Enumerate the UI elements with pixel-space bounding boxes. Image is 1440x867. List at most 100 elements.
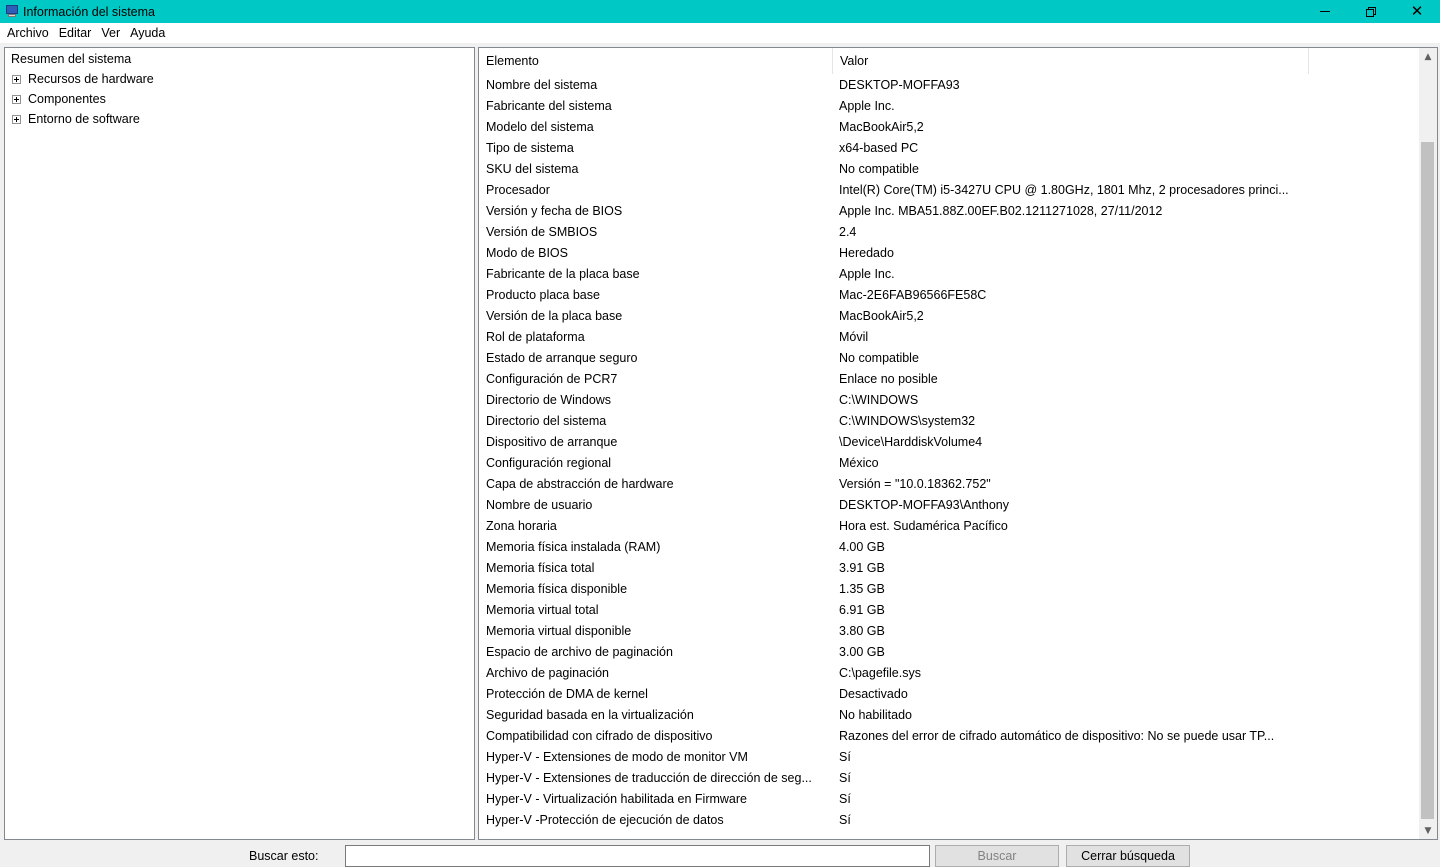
minimize-button[interactable] bbox=[1302, 0, 1348, 23]
system-info-icon bbox=[5, 5, 19, 18]
cell-element: Seguridad basada en la virtualización bbox=[486, 707, 694, 722]
table-row[interactable]: Memoria física disponible 1.35 GB bbox=[479, 578, 1419, 599]
scroll-thumb[interactable] bbox=[1421, 142, 1434, 819]
details-list[interactable]: Elemento Valor Nombre del sistema DESKTOP… bbox=[478, 47, 1438, 840]
minimize-icon bbox=[1320, 11, 1330, 12]
cell-element: Versión de la placa base bbox=[486, 308, 623, 323]
cell-element: Tipo de sistema bbox=[486, 140, 574, 155]
tree-item-software-environment[interactable]: Entorno de software bbox=[12, 112, 140, 126]
table-row[interactable]: Tipo de sistema x64-based PC bbox=[479, 137, 1419, 158]
table-row[interactable]: Rol de plataforma Móvil bbox=[479, 326, 1419, 347]
table-row[interactable]: Archivo de paginación C:\pagefile.sys bbox=[479, 662, 1419, 683]
table-row[interactable]: Producto placa base Mac-2E6FAB96566FE58C bbox=[479, 284, 1419, 305]
cell-element: Directorio de Windows bbox=[486, 392, 612, 407]
table-row[interactable]: Protección de DMA de kernel Desactivado bbox=[479, 683, 1419, 704]
close-find-button[interactable]: Cerrar búsqueda bbox=[1066, 845, 1190, 867]
cell-element: Hyper-V - Extensiones de modo de monitor… bbox=[486, 749, 748, 764]
table-row[interactable]: Seguridad basada en la virtualización No … bbox=[479, 704, 1419, 725]
cell-value: México bbox=[839, 455, 879, 470]
cell-element: Hyper-V - Extensiones de traducción de d… bbox=[486, 770, 812, 785]
table-row[interactable]: Memoria física instalada (RAM) 4.00 GB bbox=[479, 536, 1419, 557]
table-row[interactable]: Espacio de archivo de paginación 3.00 GB bbox=[479, 641, 1419, 662]
cell-element: Nombre de usuario bbox=[486, 497, 593, 512]
table-row[interactable]: Capa de abstracción de hardware Versión =… bbox=[479, 473, 1419, 494]
table-row[interactable]: Configuración de PCR7 Enlace no posible bbox=[479, 368, 1419, 389]
tree-item-system-summary[interactable]: Resumen del sistema bbox=[9, 51, 133, 67]
expand-icon[interactable] bbox=[12, 74, 21, 84]
cell-value: Versión = "10.0.18362.752" bbox=[839, 476, 991, 491]
table-row[interactable]: Hyper-V -Protección de ejecución de dato… bbox=[479, 809, 1419, 830]
cell-element: Versión de SMBIOS bbox=[486, 224, 598, 239]
title-bar[interactable]: Información del sistema ✕ bbox=[0, 0, 1440, 23]
scroll-down-icon[interactable]: ▼ bbox=[1419, 822, 1437, 839]
column-header-value[interactable]: Valor bbox=[833, 48, 1309, 74]
cell-value: Sí bbox=[839, 791, 851, 806]
cell-value: Sí bbox=[839, 770, 851, 785]
cell-value: MacBookAir5,2 bbox=[839, 119, 924, 134]
table-row[interactable]: Hyper-V - Extensiones de traducción de d… bbox=[479, 767, 1419, 788]
list-rows: Nombre del sistema DESKTOP-MOFFA93 Fabrica… bbox=[479, 74, 1419, 830]
cell-element: Protección de DMA de kernel bbox=[486, 686, 648, 701]
table-row[interactable]: SKU del sistema No compatible bbox=[479, 158, 1419, 179]
table-row[interactable]: Hyper-V - Virtualización habilitada en F… bbox=[479, 788, 1419, 809]
table-row[interactable]: Estado de arranque seguro No compatible bbox=[479, 347, 1419, 368]
cell-value: C:\WINDOWS\system32 bbox=[839, 413, 976, 428]
find-button[interactable]: Buscar bbox=[935, 845, 1059, 867]
cell-value: Sí bbox=[839, 749, 851, 764]
table-row[interactable]: Nombre de usuario DESKTOP-MOFFA93\Anthony bbox=[479, 494, 1419, 515]
table-row[interactable]: Zona horaria Hora est. Sudamérica Pacífic… bbox=[479, 515, 1419, 536]
table-row[interactable]: Versión de la placa base MacBookAir5,2 bbox=[479, 305, 1419, 326]
cell-value: 1.35 GB bbox=[839, 581, 885, 596]
table-row[interactable]: Memoria física total 3.91 GB bbox=[479, 557, 1419, 578]
cell-value: C:\pagefile.sys bbox=[839, 665, 921, 680]
table-row[interactable]: Modelo del sistema MacBookAir5,2 bbox=[479, 116, 1419, 137]
restore-icon bbox=[1366, 6, 1376, 17]
search-bar: Buscar esto: Buscar Cerrar búsqueda bbox=[0, 840, 1440, 867]
table-row[interactable]: Hyper-V - Extensiones de modo de monitor… bbox=[479, 746, 1419, 767]
menu-archivo[interactable]: Archivo bbox=[2, 26, 54, 40]
table-row[interactable]: Versión y fecha de BIOS Apple Inc. MBA51.… bbox=[479, 200, 1419, 221]
cell-value: Apple Inc. bbox=[839, 266, 895, 281]
menu-ayuda[interactable]: Ayuda bbox=[125, 26, 170, 40]
table-row[interactable]: Directorio de Windows C:\WINDOWS bbox=[479, 389, 1419, 410]
close-button[interactable]: ✕ bbox=[1394, 0, 1440, 23]
cell-element: Memoria virtual total bbox=[486, 602, 599, 617]
table-row[interactable]: Procesador Intel(R) Core(TM) i5-3427U CPU… bbox=[479, 179, 1419, 200]
table-row[interactable]: Memoria virtual disponible 3.80 GB bbox=[479, 620, 1419, 641]
scroll-up-icon[interactable]: ▲ bbox=[1419, 48, 1437, 65]
column-header-element[interactable]: Elemento bbox=[479, 48, 833, 74]
table-row[interactable]: Configuración regional México bbox=[479, 452, 1419, 473]
search-label: Buscar esto: bbox=[249, 849, 319, 863]
cell-element: Dispositivo de arranque bbox=[486, 434, 618, 449]
table-row[interactable]: Modo de BIOS Heredado bbox=[479, 242, 1419, 263]
category-tree[interactable]: Resumen del sistema Recursos de hardware… bbox=[4, 47, 475, 840]
vertical-scrollbar[interactable]: ▲ ▼ bbox=[1419, 48, 1437, 839]
table-row[interactable]: Directorio del sistema C:\WINDOWS\system3… bbox=[479, 410, 1419, 431]
expand-icon[interactable] bbox=[12, 94, 21, 104]
tree-item-hardware-resources[interactable]: Recursos de hardware bbox=[12, 72, 154, 86]
cell-element: Hyper-V -Protección de ejecución de dato… bbox=[486, 812, 724, 827]
cell-value: 3.00 GB bbox=[839, 644, 885, 659]
restore-button[interactable] bbox=[1348, 0, 1394, 23]
tree-item-label: Componentes bbox=[28, 92, 106, 106]
table-row[interactable]: Dispositivo de arranque \Device\HarddiskV… bbox=[479, 431, 1419, 452]
cell-value: No compatible bbox=[839, 350, 919, 365]
cell-element: Memoria física disponible bbox=[486, 581, 628, 596]
table-row[interactable]: Memoria virtual total 6.91 GB bbox=[479, 599, 1419, 620]
menu-ver[interactable]: Ver bbox=[96, 26, 125, 40]
search-input[interactable] bbox=[345, 845, 930, 867]
menu-editar[interactable]: Editar bbox=[54, 26, 97, 40]
cell-value: Sí bbox=[839, 812, 851, 827]
tree-item-components[interactable]: Componentes bbox=[12, 92, 106, 106]
table-row[interactable]: Versión de SMBIOS 2.4 bbox=[479, 221, 1419, 242]
table-row[interactable]: Fabricante del sistema Apple Inc. bbox=[479, 95, 1419, 116]
expand-icon[interactable] bbox=[12, 114, 21, 124]
cell-value: 3.91 GB bbox=[839, 560, 885, 575]
cell-value: Mac-2E6FAB96566FE58C bbox=[839, 287, 987, 302]
cell-element: Capa de abstracción de hardware bbox=[486, 476, 674, 491]
table-row[interactable]: Compatibilidad con cifrado de dispositiv… bbox=[479, 725, 1419, 746]
cell-element: Memoria física total bbox=[486, 560, 595, 575]
table-row[interactable]: Fabricante de la placa base Apple Inc. bbox=[479, 263, 1419, 284]
table-row[interactable]: Nombre del sistema DESKTOP-MOFFA93 bbox=[479, 74, 1419, 95]
cell-value: C:\WINDOWS bbox=[839, 392, 919, 407]
